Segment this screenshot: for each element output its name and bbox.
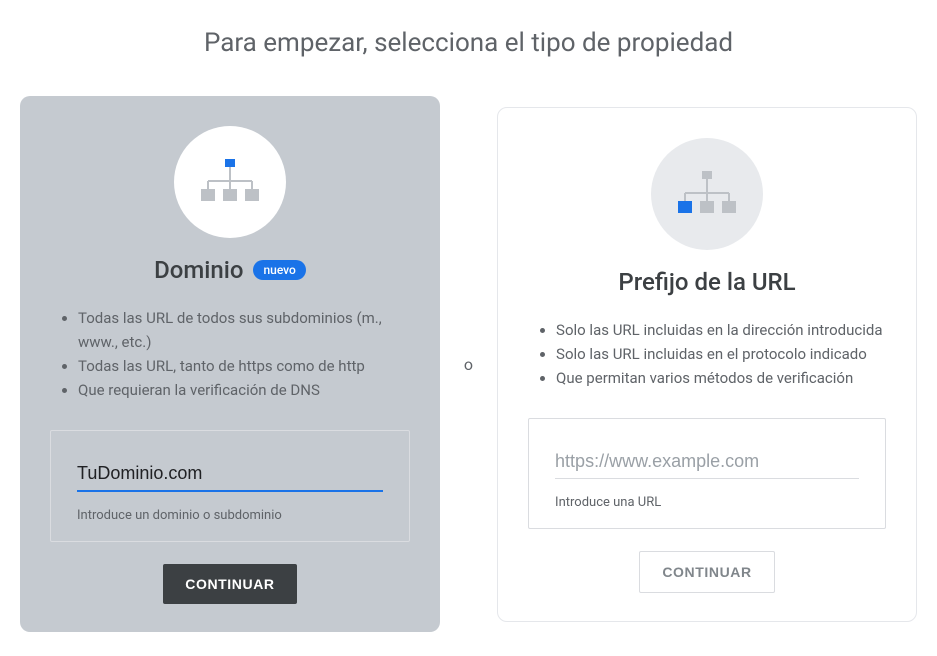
- list-item: Que permitan varios métodos de verificac…: [556, 366, 886, 390]
- list-item: Solo las URL incluidas en el protocolo i…: [556, 342, 886, 366]
- separator-or: o: [460, 355, 477, 374]
- list-item: Todas las URL, tanto de https como de ht…: [78, 354, 410, 378]
- domain-icon-badge: [174, 126, 286, 238]
- url-bullets: Solo las URL incluidas en la dirección i…: [528, 318, 886, 390]
- list-item: Que requieran la verificación de DNS: [78, 378, 410, 402]
- page-title: Para empezar, selecciona el tipo de prop…: [0, 0, 937, 96]
- url-icon-badge: [651, 138, 763, 250]
- new-badge: nuevo: [253, 260, 305, 280]
- url-helper: Introduce una URL: [555, 495, 859, 510]
- cards-container: Dominio nuevo Todas las URL de todos sus…: [0, 96, 937, 632]
- list-item: Solo las URL incluidas en la dirección i…: [556, 318, 886, 342]
- card-url-prefix[interactable]: Prefijo de la URL Solo las URL incluidas…: [497, 107, 917, 622]
- domain-input[interactable]: [77, 459, 383, 492]
- url-title: Prefijo de la URL: [618, 268, 795, 296]
- sitemap-url-icon: [675, 167, 739, 221]
- card-domain[interactable]: Dominio nuevo Todas las URL de todos sus…: [20, 96, 440, 632]
- domain-input-box: Introduce un dominio o subdominio: [50, 430, 410, 542]
- domain-title-row: Dominio nuevo: [154, 256, 306, 284]
- domain-bullets: Todas las URL de todos sus subdominios (…: [50, 306, 410, 402]
- url-input-box: Introduce una URL: [528, 418, 886, 529]
- url-continue-button[interactable]: CONTINUAR: [639, 551, 774, 593]
- domain-title: Dominio: [154, 256, 243, 284]
- url-title-row: Prefijo de la URL: [618, 268, 795, 296]
- domain-continue-button[interactable]: CONTINUAR: [163, 564, 296, 604]
- sitemap-domain-icon: [198, 155, 262, 209]
- list-item: Todas las URL de todos sus subdominios (…: [78, 306, 410, 354]
- url-input[interactable]: [555, 447, 859, 479]
- domain-helper: Introduce un dominio o subdominio: [77, 508, 383, 523]
